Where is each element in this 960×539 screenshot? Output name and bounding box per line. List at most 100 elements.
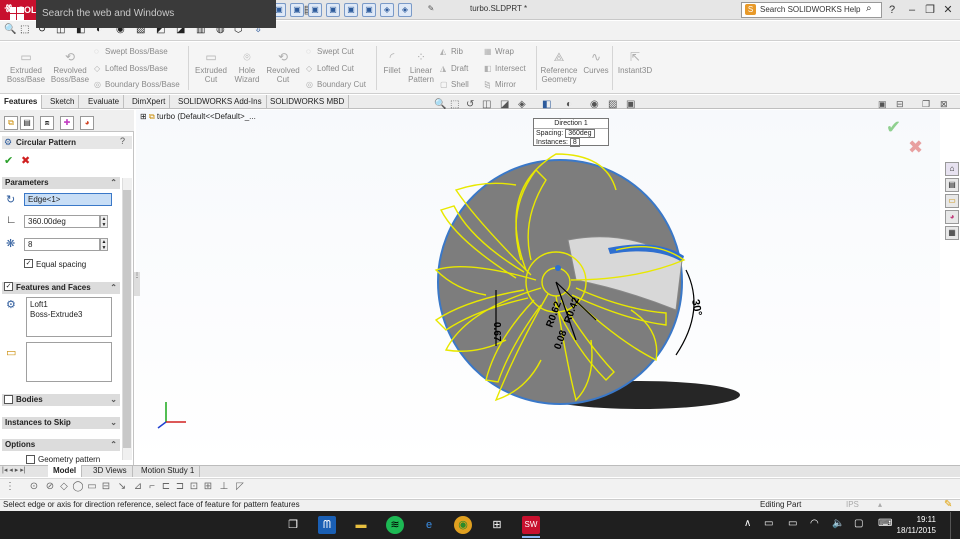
- tab-dimxpert[interactable]: DimXpert: [128, 95, 171, 109]
- bodies-header[interactable]: Bodies ⌄: [2, 394, 120, 406]
- instances-to-skip-header[interactable]: Instances to Skip ⌄: [2, 417, 120, 429]
- view-isometric-icon[interactable]: ◈: [380, 3, 394, 17]
- lofted-boss-button[interactable]: ◇ Lofted Boss/Base: [94, 64, 168, 74]
- viewport-close-icon[interactable]: ⊠: [940, 99, 948, 110]
- restore-button[interactable]: ❐: [922, 2, 938, 18]
- angle-input[interactable]: 360.00deg: [24, 215, 100, 228]
- view-top-icon[interactable]: ▣: [344, 3, 358, 17]
- taskbar-search[interactable]: Search the web and Windows: [36, 0, 276, 28]
- faces-list[interactable]: [26, 342, 112, 382]
- smart-dimension-icon[interactable]: ⊞: [202, 481, 214, 493]
- line-icon[interactable]: ⋮: [4, 481, 16, 493]
- cancel-button[interactable]: ✖: [21, 154, 30, 167]
- arc-icon[interactable]: ⊿: [132, 481, 144, 493]
- draft-button[interactable]: ◮ Draft: [440, 64, 468, 74]
- sketch-fillet-icon[interactable]: ◸: [234, 481, 246, 493]
- solidworks-resources-icon[interactable]: ⌂: [945, 162, 959, 176]
- spotify-icon[interactable]: ≋: [386, 516, 404, 534]
- shell-button[interactable]: ▢ Shell: [440, 80, 469, 90]
- heads-up-scene-icon[interactable]: ▨: [608, 99, 617, 110]
- direction-callout[interactable]: Direction 1 Spacing: 360deg Instances: 8: [533, 118, 609, 147]
- mirror-entities-icon[interactable]: ⊡: [188, 481, 200, 493]
- panel-scroll-thumb[interactable]: [123, 190, 131, 448]
- boundary-cut-button[interactable]: ◎ Boundary Cut: [306, 80, 366, 90]
- intersect-button[interactable]: ◧ Intersect: [484, 64, 526, 74]
- help-question-icon[interactable]: ?: [884, 2, 900, 18]
- view-back-icon[interactable]: ▣: [290, 3, 304, 17]
- instances-spinner[interactable]: ▲ ▼: [100, 238, 108, 251]
- tray-battery-icon[interactable]: ▭: [788, 518, 797, 529]
- tab-3d-views[interactable]: 3D Views: [88, 465, 133, 477]
- revolved-cut-button[interactable]: ⟲ Revolved Cut: [264, 50, 302, 84]
- display-manager-tab-icon[interactable]: ◕: [80, 116, 94, 130]
- chrome-icon[interactable]: ◉: [454, 516, 472, 534]
- extend-icon[interactable]: ⊏: [160, 481, 172, 493]
- view-left-icon[interactable]: ▣: [308, 3, 322, 17]
- confirm-corner-ok-icon[interactable]: ✔: [886, 117, 906, 137]
- custom-properties-icon[interactable]: ▦: [945, 226, 959, 240]
- tray-chevron-icon[interactable]: ∧: [744, 518, 751, 529]
- edge-browser-icon[interactable]: e: [420, 516, 438, 534]
- linear-pattern-button[interactable]: ⁘ Linear Pattern: [406, 50, 436, 84]
- windows-start-icon[interactable]: [10, 7, 24, 21]
- heads-up-hide-show-icon[interactable]: ◐: [566, 99, 572, 110]
- trim-icon[interactable]: ⌐: [146, 481, 158, 493]
- boundary-boss-button[interactable]: ◎ Boundary Boss/Base: [94, 80, 180, 90]
- zoom-area-icon[interactable]: ⬚: [20, 24, 29, 35]
- file-explorer-icon[interactable]: ▭: [945, 194, 959, 208]
- show-desktop-button[interactable]: [950, 512, 960, 539]
- task-view-icon[interactable]: ❐: [284, 516, 302, 534]
- file-explorer-taskbar-icon[interactable]: ▬: [352, 516, 370, 534]
- panel-help-icon[interactable]: ?: [120, 136, 125, 146]
- tab-motion-study[interactable]: Motion Study 1: [136, 465, 201, 477]
- tab-addins[interactable]: SOLIDWORKS Add-Ins: [174, 95, 267, 109]
- fillet-button[interactable]: ◜ Fillet: [380, 50, 404, 75]
- ok-button[interactable]: ✔: [4, 154, 13, 167]
- curves-button[interactable]: ∿ Curves: [582, 50, 610, 75]
- angle-spinner[interactable]: ▲ ▼: [100, 215, 108, 228]
- tab-scroll-arrows[interactable]: |◂ ◂ ▸ ▸|: [2, 466, 26, 474]
- status-units[interactable]: IPS: [846, 500, 859, 509]
- heads-up-zoom-icon[interactable]: 🔍: [434, 99, 446, 110]
- revolved-boss-button[interactable]: ⟲ Revolved Boss/Base: [50, 50, 90, 84]
- viewport-tile-icon[interactable]: ▣: [878, 99, 887, 110]
- heads-up-view-orientation-icon[interactable]: ◈: [518, 99, 526, 110]
- close-button[interactable]: ✕: [940, 2, 956, 18]
- heads-up-display-style-icon[interactable]: ◧: [542, 99, 551, 110]
- viewport-restore-icon[interactable]: ❐: [922, 99, 930, 110]
- dim-angle-label[interactable]: 30°: [689, 298, 704, 316]
- view-trimetric-icon[interactable]: ◈: [398, 3, 412, 17]
- instant3d-button[interactable]: ⇱ Instant3D: [616, 50, 654, 75]
- solidworks-taskbar-icon[interactable]: SW: [522, 516, 540, 534]
- hole-wizard-button[interactable]: ⌾ Hole Wizard: [232, 50, 262, 84]
- minimize-button[interactable]: –: [904, 2, 920, 18]
- parameters-header[interactable]: Parameters ⌃: [2, 177, 120, 189]
- feature-item[interactable]: Boss-Extrude3: [30, 310, 108, 320]
- axis-field[interactable]: Edge<1>: [24, 193, 112, 206]
- centerline-icon[interactable]: ◯: [72, 481, 84, 493]
- mirror-button[interactable]: ⧎ Mirror: [484, 80, 516, 90]
- heads-up-section-icon[interactable]: ◫: [482, 99, 491, 110]
- heads-up-zoom-area-icon[interactable]: ⬚: [450, 99, 459, 110]
- features-faces-checkbox[interactable]: ✓: [4, 282, 13, 291]
- slot-icon[interactable]: ⊟: [100, 481, 112, 493]
- swept-cut-button[interactable]: ◌ Swept Cut: [306, 47, 354, 57]
- extruded-boss-button[interactable]: ▭ Extruded Boss/Base: [6, 50, 46, 84]
- view-right-icon[interactable]: ▣: [326, 3, 340, 17]
- confirm-corner-cancel-icon[interactable]: ✖: [908, 137, 928, 157]
- tray-volume-icon[interactable]: 🔈: [832, 518, 844, 529]
- reference-geometry-button[interactable]: ⟁ Reference Geometry: [540, 50, 578, 84]
- property-manager-tab-icon[interactable]: ▤: [20, 116, 34, 130]
- extruded-cut-button[interactable]: ▭ Extruded Cut: [192, 50, 230, 84]
- search-magnifier-icon[interactable]: ⌕: [866, 3, 872, 14]
- view-bottom-icon[interactable]: ▣: [362, 3, 376, 17]
- zoom-fit-icon[interactable]: 🔍: [4, 24, 16, 35]
- viewport-minimize-icon[interactable]: ⊟: [896, 99, 904, 110]
- options-header[interactable]: Options ⌃: [2, 439, 120, 451]
- swept-boss-button[interactable]: ◌ Swept Boss/Base: [94, 47, 168, 57]
- features-list[interactable]: Loft1 Boss-Extrude3: [26, 297, 112, 337]
- feature-manager-tab-icon[interactable]: ⧉: [4, 116, 18, 130]
- design-library-icon[interactable]: ▤: [945, 178, 959, 192]
- dimxpert-manager-tab-icon[interactable]: ✚: [60, 116, 74, 130]
- heads-up-previous-icon[interactable]: ↺: [466, 99, 474, 110]
